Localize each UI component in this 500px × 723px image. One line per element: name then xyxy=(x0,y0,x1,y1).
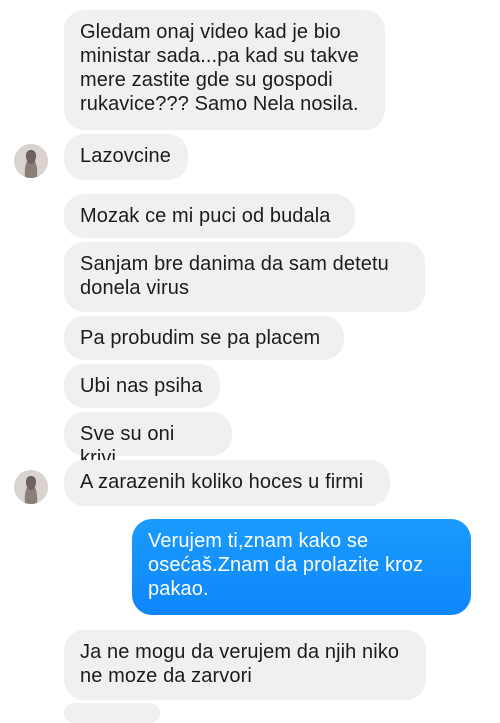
incoming-message-bubble[interactable]: Pa probudim se pa placem xyxy=(64,316,344,360)
incoming-message-bubble[interactable]: Sve su oni krivi xyxy=(64,412,232,469)
incoming-message-bubble[interactable]: Gledam onaj video kad je bio ministar sa… xyxy=(64,10,385,130)
incoming-message-bubble-partial[interactable] xyxy=(64,703,160,723)
incoming-message-bubble[interactable]: A zarazenih koliko hoces u firmi xyxy=(64,460,390,506)
contact-avatar-icon[interactable] xyxy=(14,470,48,504)
contact-avatar-icon[interactable] xyxy=(14,144,48,178)
outgoing-message-bubble[interactable]: Verujem ti,znam kako se osećaš.Znam da p… xyxy=(132,519,471,615)
incoming-message-bubble[interactable]: Ubi nas psiha xyxy=(64,364,220,408)
incoming-message-bubble[interactable]: Sanjam bre danima da sam detetu donela v… xyxy=(64,242,425,312)
incoming-message-bubble[interactable]: Ja ne mogu da verujem da njih niko ne mo… xyxy=(64,630,426,700)
incoming-message-bubble[interactable]: Mozak ce mi puci od budala xyxy=(64,194,355,238)
incoming-message-bubble[interactable]: Lazovcine xyxy=(64,134,188,180)
